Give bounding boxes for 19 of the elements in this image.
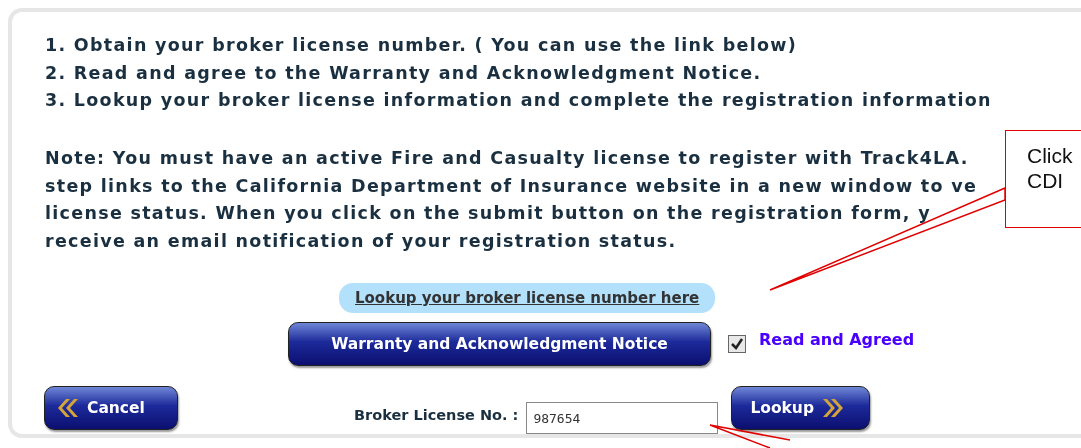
double-chevron-right-icon — [822, 398, 844, 418]
callout-text: CDI — [1027, 168, 1065, 193]
lookup-button[interactable]: Lookup — [731, 386, 871, 430]
agreement-checkbox[interactable] — [728, 334, 746, 353]
note-text: receive an email notification of your registration status. — [45, 229, 677, 253]
cancel-button[interactable]: Cancel — [44, 386, 178, 430]
note-text: step links to the California Department of Insurance website in a new window to ve — [45, 174, 978, 198]
agreement-label: Read and Agreed — [759, 330, 915, 350]
note-text: Note: You must have an active Fire and Casualty license to register with Track4LA. — [45, 147, 969, 171]
license-number-field[interactable]: 987654 — [526, 402, 719, 434]
instruction-step: 2. Read and agree to the Warranty and Acknowledgment Notice. — [45, 59, 762, 87]
warranty-notice-button[interactable]: Warranty and Acknowledgment Notice — [288, 321, 711, 366]
callout-text: Click — [1027, 143, 1074, 168]
license-field-label: Broker License No. : — [354, 407, 519, 423]
lookup-license-link[interactable]: Lookup your broker license number here — [339, 282, 716, 313]
instruction-step: 3. Lookup your broker license information and complete the registration information — [45, 87, 992, 115]
double-chevron-left-icon — [57, 398, 79, 418]
instruction-step: 1. Obtain your broker license number. ( You can use the link below) — [45, 32, 798, 60]
note-text: license status. When you click on the submit button on the registration form, y — [45, 202, 931, 226]
